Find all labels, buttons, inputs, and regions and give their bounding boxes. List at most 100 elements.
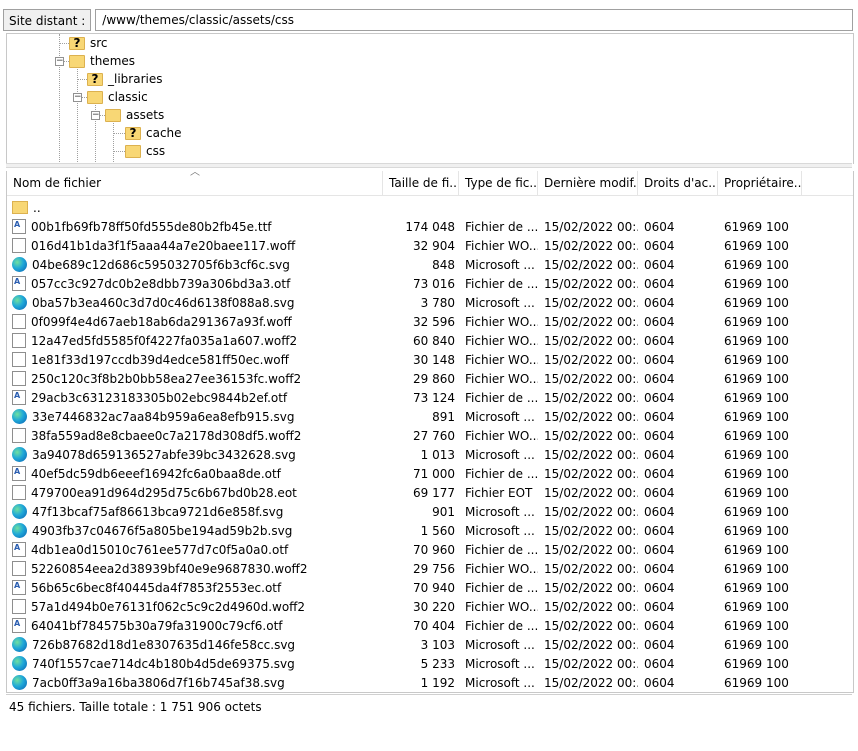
font-file-icon [12,219,26,234]
file-row[interactable]: 0ba57b3ea460c3d7d0c46d6138f088a8.svg 3 78… [7,293,853,312]
tree-line [113,123,114,164]
file-row[interactable]: 33e7446832ac7aa84b959a6ea8efb915.svg 891 M… [7,407,853,426]
file-row[interactable]: 64041bf784575b30a79fa31900c79cf6.otf 70 4… [7,616,853,635]
file-name-cell: 56b65c6bec8f40445da4f7853f2553ec.otf [7,580,383,595]
file-modified-date: 15/02/2022 00:... [544,504,638,519]
file-row[interactable]: 726b87682d18d1e8307635d146fe58cc.svg 3 10… [7,635,853,654]
remote-file-list[interactable]: ︿ Nom de fichier Taille de fi... Type de… [6,171,854,693]
column-header-type[interactable]: Type de fic... [459,171,538,196]
tree-item-assets[interactable]: assets [105,106,164,124]
file-row[interactable]: 38fa559ad8e8cbaee0c7a2178d308df5.woff2 27… [7,426,853,445]
file-row[interactable]: 250c120c3f8b2b0bb58ea27ee36153fc.woff2 29… [7,369,853,388]
file-size: 70 960 [413,542,455,557]
font-file-icon [12,466,26,481]
tree-line [59,43,69,44]
tree-item-label: cache [146,126,182,140]
file-modified-date: 15/02/2022 00:... [544,485,638,500]
file-owner: 61969 100 [724,485,789,500]
column-header-permissions[interactable]: Droits d'ac... [638,171,718,196]
file-type: Fichier WO... [465,314,538,329]
file-row[interactable]: 40ef5dc59db6eeef16942fc6a0baa8de.otf 71 0… [7,464,853,483]
file-name: 7acb0ff3a9a16ba3806d7f16b745af38.svg [32,675,285,690]
file-row[interactable]: 1e81f33d197ccdb39d4edce581ff50ec.woff 30 … [7,350,853,369]
file-modified-date: 15/02/2022 00:... [544,219,638,234]
file-type: Microsoft ... [465,675,535,690]
tree-item-css[interactable]: css [125,142,165,160]
file-name: 57a1d494b0e76131f062c5c9c2d4960d.woff2 [31,599,306,614]
remote-path-input[interactable]: /www/themes/classic/assets/css [95,9,853,31]
file-row[interactable]: 52260854eea2d38939bf40e9e9687830.woff2 29… [7,559,853,578]
edge-icon [12,409,27,424]
file-icon [12,333,26,348]
file-row[interactable]: 29acb3c63123183305b02ebc9844b2ef.otf 73 1… [7,388,853,407]
file-permissions: 0604 [644,542,675,557]
file-name: 47f13bcaf75af86613bca9721d6e858f.svg [32,504,284,519]
file-row[interactable]: 00b1fb69fb78ff50fd555de80b2fb45e.ttf 174 … [7,217,853,236]
parent-directory-row[interactable]: .. [7,198,853,217]
file-owner: 61969 100 [724,675,789,690]
file-row[interactable]: 04be689c12d686c595032705f6b3cf6c.svg 848 M… [7,255,853,274]
file-row[interactable]: 57a1d494b0e76131f062c5c9c2d4960d.woff2 30… [7,597,853,616]
file-modified-date: 15/02/2022 00:... [544,599,638,614]
file-modified-date: 15/02/2022 00:... [544,409,638,424]
edge-icon [12,675,27,690]
file-modified-date: 15/02/2022 00:... [544,352,638,367]
file-row[interactable]: 12a47ed5fd5585f0f4227fa035a1a607.woff2 60… [7,331,853,350]
file-permissions: 0604 [644,390,675,405]
file-type: Fichier de ... [465,276,538,291]
tree-item-themes[interactable]: themes [69,52,135,70]
file-row[interactable]: 479700ea91d964d295d75c6b67bd0b28.eot 69 1… [7,483,853,502]
column-header-owner[interactable]: Propriétaire... [718,171,802,196]
file-row[interactable]: 740f1557cae714dc4b180b4d5de69375.svg 5 23… [7,654,853,673]
file-row[interactable]: 0f099f4e4d67aeb18ab6da291367a93f.woff 32 … [7,312,853,331]
tree-item-libraries[interactable]: _libraries [87,70,162,88]
file-row[interactable]: 4db1ea0d15010c761ee577d7c0f5a0a0.otf 70 9… [7,540,853,559]
file-row[interactable]: 057cc3c927dc0b2e8dbb739a306bd3a3.otf 73 0… [7,274,853,293]
tree-item-src[interactable]: src [69,34,108,52]
file-row[interactable]: 016d41b1da3f1f5aaa44a7e20baee117.woff 32 … [7,236,853,255]
file-row[interactable]: 56b65c6bec8f40445da4f7853f2553ec.otf 70 9… [7,578,853,597]
file-icon [12,314,26,329]
file-size: 32 904 [413,238,455,253]
font-file-icon [12,390,26,405]
file-permissions: 0604 [644,656,675,671]
file-permissions: 0604 [644,333,675,348]
file-name: 057cc3c927dc0b2e8dbb739a306bd3a3.otf [31,276,291,291]
file-type: Fichier WO... [465,333,538,348]
file-type: Fichier de ... [465,542,538,557]
file-modified-date: 15/02/2022 00:... [544,580,638,595]
collapse-icon[interactable]: − [73,93,82,102]
collapse-icon[interactable]: − [91,111,100,120]
file-size: 1 560 [420,523,455,538]
file-modified-date: 15/02/2022 00:... [544,542,638,557]
column-header-name[interactable]: ︿ Nom de fichier [7,171,383,196]
file-modified-date: 15/02/2022 00:... [544,618,638,633]
file-size: 891 [432,409,455,424]
file-modified-date: 15/02/2022 00:... [544,333,638,348]
file-name: 64041bf784575b30a79fa31900c79cf6.otf [31,618,283,633]
remote-directory-tree[interactable]: − − − src themes _libraries classic asse… [6,33,854,164]
pane-splitter[interactable] [6,163,852,168]
column-header-label: Droits d'ac... [644,176,718,190]
file-row[interactable]: 7acb0ff3a9a16ba3806d7f16b745af38.svg 1 19… [7,673,853,692]
file-size: 73 124 [413,390,455,405]
file-icon [12,561,26,576]
file-type: Microsoft ... [465,409,535,424]
file-size: 901 [432,504,455,519]
collapse-icon[interactable]: − [55,57,64,66]
column-header-label: Propriétaire... [724,176,802,190]
file-row[interactable]: 4903fb37c04676f5a805be194ad59b2b.svg 1 56… [7,521,853,540]
file-size: 71 000 [413,466,455,481]
file-type: Fichier WO... [465,371,538,386]
file-name: 40ef5dc59db6eeef16942fc6a0baa8de.otf [31,466,281,481]
file-permissions: 0604 [644,485,675,500]
file-owner: 61969 100 [724,580,789,595]
tree-item-cache[interactable]: cache [125,124,182,142]
column-header-date[interactable]: Dernière modif... [538,171,638,196]
tree-item-classic[interactable]: classic [87,88,148,106]
status-bar: 45 fichiers. Taille totale : 1 751 906 o… [6,694,852,718]
file-row[interactable]: 3a94078d659136527abfe39bc3432628.svg 1 01… [7,445,853,464]
file-row[interactable]: 47f13bcaf75af86613bca9721d6e858f.svg 901 M… [7,502,853,521]
file-permissions: 0604 [644,599,675,614]
column-header-size[interactable]: Taille de fi... [383,171,459,196]
